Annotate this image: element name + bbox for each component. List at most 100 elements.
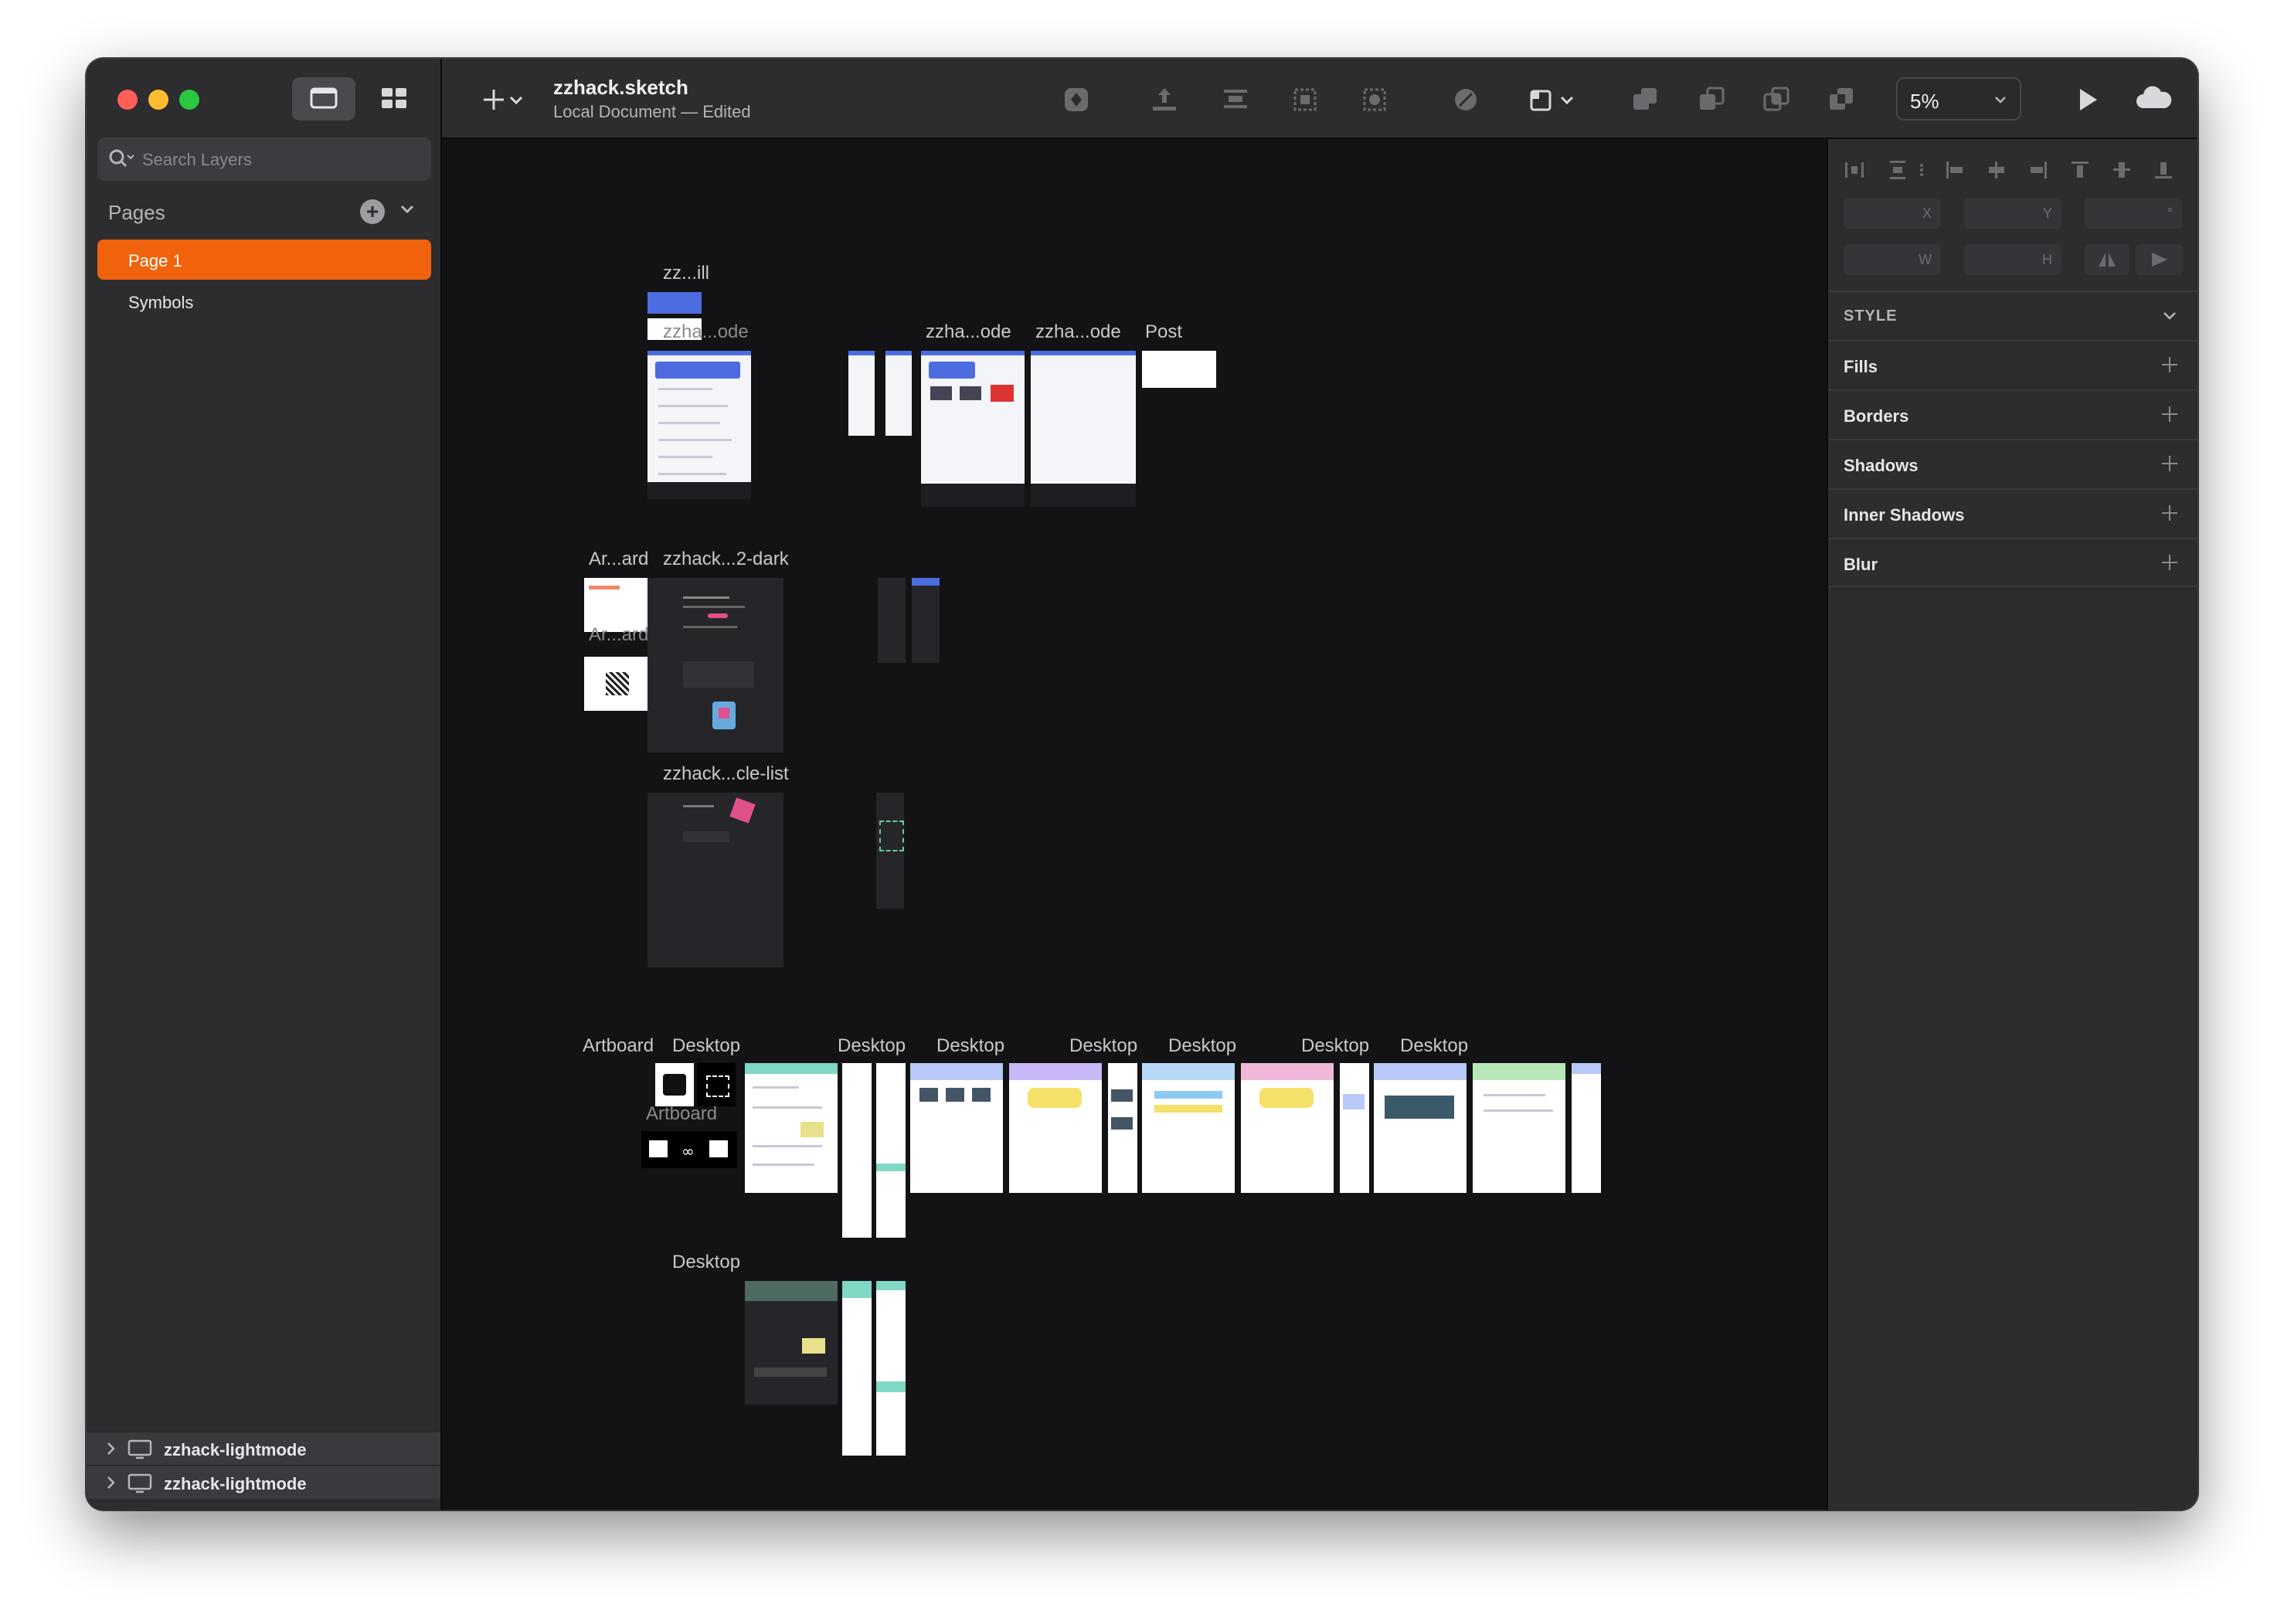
artboard-thumbnail[interactable] — [1374, 1063, 1467, 1193]
zoom-select[interactable]: 5% — [1896, 77, 2021, 121]
artboard-thumbnail[interactable] — [647, 578, 783, 753]
artboard-thumbnail[interactable] — [842, 1063, 872, 1238]
intersect-icon[interactable] — [1759, 82, 1794, 117]
layer-row[interactable]: zzhack-lightmode — [87, 1431, 440, 1465]
width-field[interactable]: W — [1844, 244, 1941, 275]
artboard-thumbnail[interactable] — [876, 793, 904, 909]
add-fill-icon[interactable] — [2160, 355, 2179, 374]
subtract-icon[interactable] — [1694, 82, 1729, 117]
artboard-thumbnail[interactable] — [647, 292, 702, 314]
flip-horizontal-button[interactable] — [2085, 244, 2129, 275]
artboard-label[interactable]: Artboard — [583, 1035, 654, 1057]
resize-chevron-down-icon[interactable] — [1558, 82, 1576, 117]
artboard-thumbnail[interactable] — [1340, 1063, 1369, 1193]
search-layers-field[interactable]: Search Layers — [97, 138, 431, 181]
add-blur-icon[interactable] — [2160, 553, 2179, 572]
artboard-thumbnail[interactable] — [647, 793, 783, 967]
artboard-label[interactable]: zzha...ode — [663, 321, 749, 343]
align-bottom-icon[interactable] — [2153, 159, 2174, 181]
y-position-field[interactable]: Y — [1964, 198, 2061, 229]
design-canvas[interactable]: zz...ill zzha...ode zzha...ode zzha...od… — [442, 139, 1827, 1510]
artboard-thumbnail[interactable] — [745, 1063, 838, 1193]
zoom-window-button[interactable] — [179, 90, 199, 110]
artboard-label[interactable]: zzhack...cle-list — [663, 763, 789, 785]
scissors-icon[interactable] — [1448, 82, 1484, 117]
artboard-label[interactable]: Post — [1145, 321, 1182, 343]
height-field[interactable]: H — [1964, 244, 2061, 275]
align-left-icon[interactable] — [1944, 159, 1966, 181]
style-section-header[interactable]: STYLE — [1828, 290, 2197, 340]
create-artboard-icon[interactable] — [1287, 82, 1323, 117]
add-page-button[interactable]: + — [360, 199, 385, 224]
fills-section[interactable]: Fills — [1828, 340, 2197, 389]
insert-chevron-down-icon[interactable] — [507, 82, 525, 117]
mask-icon[interactable] — [1357, 82, 1392, 117]
align-right-icon[interactable] — [2027, 159, 2049, 181]
artboard-thumbnail[interactable] — [885, 351, 912, 436]
components-view-button[interactable] — [363, 77, 427, 121]
align-top-icon[interactable] — [2069, 159, 2091, 181]
artboard-thumbnail[interactable] — [910, 1063, 1003, 1193]
artboard-thumbnail[interactable]: ∞ — [641, 1131, 737, 1168]
artboard-thumbnail[interactable] — [1241, 1063, 1334, 1193]
blur-section[interactable]: Blur — [1828, 538, 2197, 587]
artboard-label[interactable]: zzha...ode — [926, 321, 1011, 343]
chevron-right-icon[interactable] — [105, 1442, 117, 1456]
artboard-label[interactable]: zz...ill — [663, 263, 709, 284]
chevron-right-icon[interactable] — [105, 1476, 117, 1490]
rotation-field[interactable]: ° — [2085, 198, 2182, 229]
artboard-thumbnail[interactable] — [1108, 1063, 1137, 1193]
artboard-label[interactable]: Desktop — [1301, 1035, 1369, 1057]
page-item-symbols[interactable]: Symbols — [97, 281, 431, 321]
artboard-thumbnail[interactable] — [1142, 351, 1216, 388]
artboard-thumbnail[interactable] — [912, 578, 940, 663]
page-item-page-1[interactable]: Page 1 — [97, 240, 431, 280]
artboard-thumbnail[interactable] — [876, 1281, 906, 1456]
cloud-icon[interactable] — [2133, 82, 2176, 117]
artboard-thumbnail[interactable] — [745, 1281, 838, 1405]
artboard-label[interactable]: zzhack...2-dark — [663, 549, 789, 570]
align-center-horizontal-icon[interactable] — [1986, 159, 2007, 181]
artboard-label[interactable]: Desktop — [1400, 1035, 1468, 1057]
distribute-icon[interactable] — [1218, 82, 1253, 117]
close-window-button[interactable] — [117, 90, 138, 110]
add-inner-shadow-icon[interactable] — [2160, 504, 2179, 522]
inner-shadows-section[interactable]: Inner Shadows — [1828, 488, 2197, 538]
artboard-label[interactable]: Desktop — [838, 1035, 906, 1057]
artboard-thumbnail[interactable] — [655, 1063, 694, 1106]
export-icon[interactable] — [1147, 82, 1182, 117]
canvas-view-button[interactable] — [292, 77, 355, 121]
artboard-label[interactable]: Desktop — [672, 1252, 740, 1273]
resize-icon[interactable] — [1524, 82, 1559, 117]
artboard-thumbnail[interactable] — [647, 351, 751, 499]
add-shadow-icon[interactable] — [2160, 454, 2179, 473]
union-icon[interactable] — [1627, 82, 1663, 117]
align-middle-vertical-icon[interactable] — [2111, 159, 2133, 181]
flip-vertical-button[interactable] — [2136, 244, 2184, 275]
artboard-thumbnail[interactable] — [1031, 351, 1136, 507]
align-vertical-distribute-icon[interactable] — [1887, 159, 1908, 181]
artboard-thumbnail[interactable] — [1572, 1063, 1601, 1193]
artboard-thumbnail[interactable] — [842, 1281, 872, 1456]
create-symbol-icon[interactable] — [1059, 82, 1094, 117]
artboard-label[interactable]: Desktop — [1069, 1035, 1137, 1057]
borders-section[interactable]: Borders — [1828, 389, 2197, 439]
artboard-thumbnail[interactable] — [1009, 1063, 1102, 1193]
artboard-label[interactable]: Desktop — [936, 1035, 1004, 1057]
artboard-thumbnail[interactable] — [697, 1063, 736, 1106]
artboard-thumbnail[interactable] — [1142, 1063, 1235, 1193]
align-horizontal-distribute-icon[interactable] — [1844, 159, 1865, 181]
shadows-section[interactable]: Shadows — [1828, 439, 2197, 488]
artboard-label[interactable]: Desktop — [1168, 1035, 1236, 1057]
artboard-label[interactable]: Ar...ard — [589, 624, 648, 646]
layer-row[interactable]: zzhack-lightmode — [87, 1465, 440, 1499]
add-border-icon[interactable] — [2160, 405, 2179, 423]
minimize-window-button[interactable] — [148, 90, 168, 110]
difference-icon[interactable] — [1823, 82, 1859, 117]
artboard-thumbnail[interactable] — [848, 351, 875, 436]
chevron-down-icon[interactable] — [397, 199, 417, 219]
artboard-label[interactable]: Ar...ard — [589, 549, 648, 570]
artboard-thumbnail[interactable] — [876, 1063, 906, 1238]
artboard-thumbnail[interactable] — [921, 351, 1025, 507]
artboard-thumbnail[interactable] — [1473, 1063, 1565, 1193]
